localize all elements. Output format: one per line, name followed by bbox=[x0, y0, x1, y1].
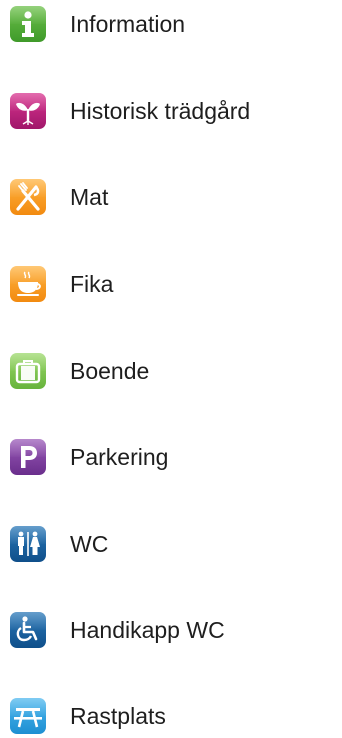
information-icon bbox=[10, 6, 46, 42]
legend-item-fika: Fika bbox=[10, 262, 113, 306]
toilet-icon bbox=[10, 526, 46, 562]
legend-label: Rastplats bbox=[70, 702, 166, 729]
legend-list: Information Historisk trädgård Mat Fika … bbox=[0, 0, 342, 738]
legend-label: WC bbox=[70, 530, 109, 557]
legend-label: Fika bbox=[70, 270, 114, 297]
legend-item-rastplats: Rastplats bbox=[10, 694, 166, 738]
legend-item-boende: Boende bbox=[10, 349, 149, 393]
legend-item-historic-garden: Historisk trädgård bbox=[10, 89, 250, 133]
legend-item-wc: WC bbox=[10, 522, 108, 566]
legend-label: Parkering bbox=[70, 443, 169, 470]
coffee-cup-icon bbox=[10, 266, 46, 302]
suitcase-icon bbox=[10, 353, 46, 389]
fork-knife-icon bbox=[10, 179, 46, 215]
legend-item-information: Information bbox=[10, 2, 185, 46]
wheelchair-icon bbox=[10, 612, 46, 648]
legend-item-parkering: Parkering bbox=[10, 435, 168, 479]
parking-icon bbox=[10, 439, 46, 475]
legend-item-handikapp-wc: Handikapp WC bbox=[10, 608, 225, 652]
legend-label: Information bbox=[70, 10, 186, 37]
legend-item-mat: Mat bbox=[10, 175, 108, 219]
legend-label: Mat bbox=[70, 183, 109, 210]
legend-label: Historisk trädgård bbox=[70, 97, 251, 124]
sprout-icon bbox=[10, 93, 46, 129]
legend-label: Boende bbox=[70, 357, 150, 384]
legend-label: Handikapp WC bbox=[70, 616, 225, 643]
picnic-table-icon bbox=[10, 698, 46, 734]
